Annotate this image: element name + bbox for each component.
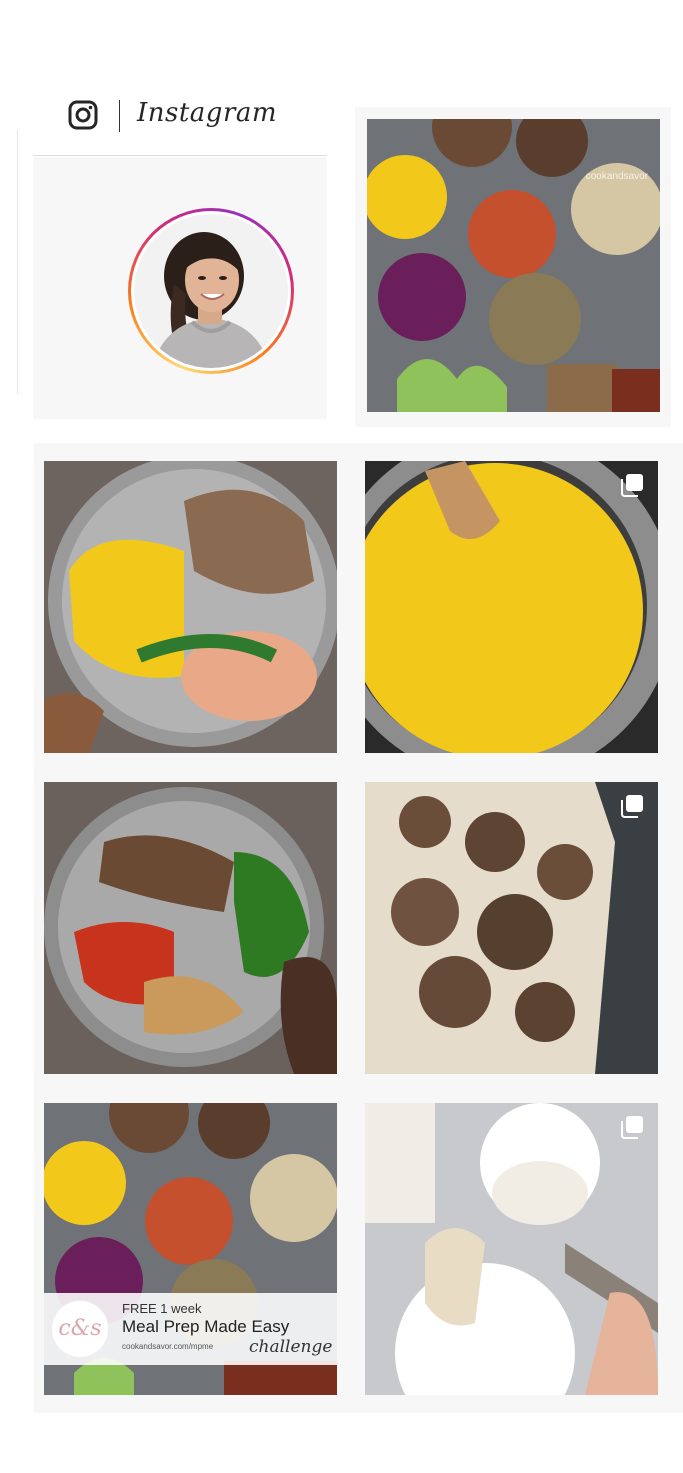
featured-post[interactable]: cookandsavor <box>363 87 663 412</box>
featured-watermark: cookandsavor <box>585 171 648 182</box>
header-divider <box>119 100 120 132</box>
meal-prep-promo-banner[interactable]: c&s FREE 1 week Meal Prep Made Easy cook… <box>44 1293 337 1365</box>
multiple-photos-icon <box>620 1115 644 1139</box>
multiple-photos-icon <box>620 794 644 818</box>
post-tile[interactable]: c&s FREE 1 week Meal Prep Made Easy cook… <box>44 1103 337 1395</box>
instagram-header[interactable]: Instagram <box>33 92 327 154</box>
avatar[interactable] <box>134 214 288 368</box>
post-tile[interactable] <box>44 782 337 1074</box>
post-tile[interactable] <box>365 1103 658 1395</box>
instagram-camera-icon <box>68 100 98 130</box>
promo-logo-text: c&s <box>58 1316 102 1341</box>
promo-challenge: challenge <box>249 1337 333 1357</box>
post-tile[interactable] <box>365 461 658 753</box>
header-rule <box>33 155 327 156</box>
promo-line-2: Meal Prep Made Easy <box>122 1317 290 1336</box>
post-tile[interactable] <box>365 782 658 1074</box>
post-grid: c&s FREE 1 week Meal Prep Made Easy cook… <box>34 443 683 1413</box>
multiple-photos-icon <box>620 473 644 497</box>
instagram-wordmark: Instagram <box>137 98 278 128</box>
left-hairline <box>17 130 18 394</box>
promo-line-1: FREE 1 week <box>122 1301 202 1316</box>
profile-card <box>33 157 327 419</box>
post-tile[interactable] <box>44 461 337 753</box>
cook-and-savor-logo: c&s <box>52 1301 108 1357</box>
promo-url: cookandsavor.com/mpme <box>122 1342 214 1351</box>
featured-post-frame: cookandsavor <box>355 87 671 427</box>
avatar-story-ring[interactable] <box>128 208 294 374</box>
